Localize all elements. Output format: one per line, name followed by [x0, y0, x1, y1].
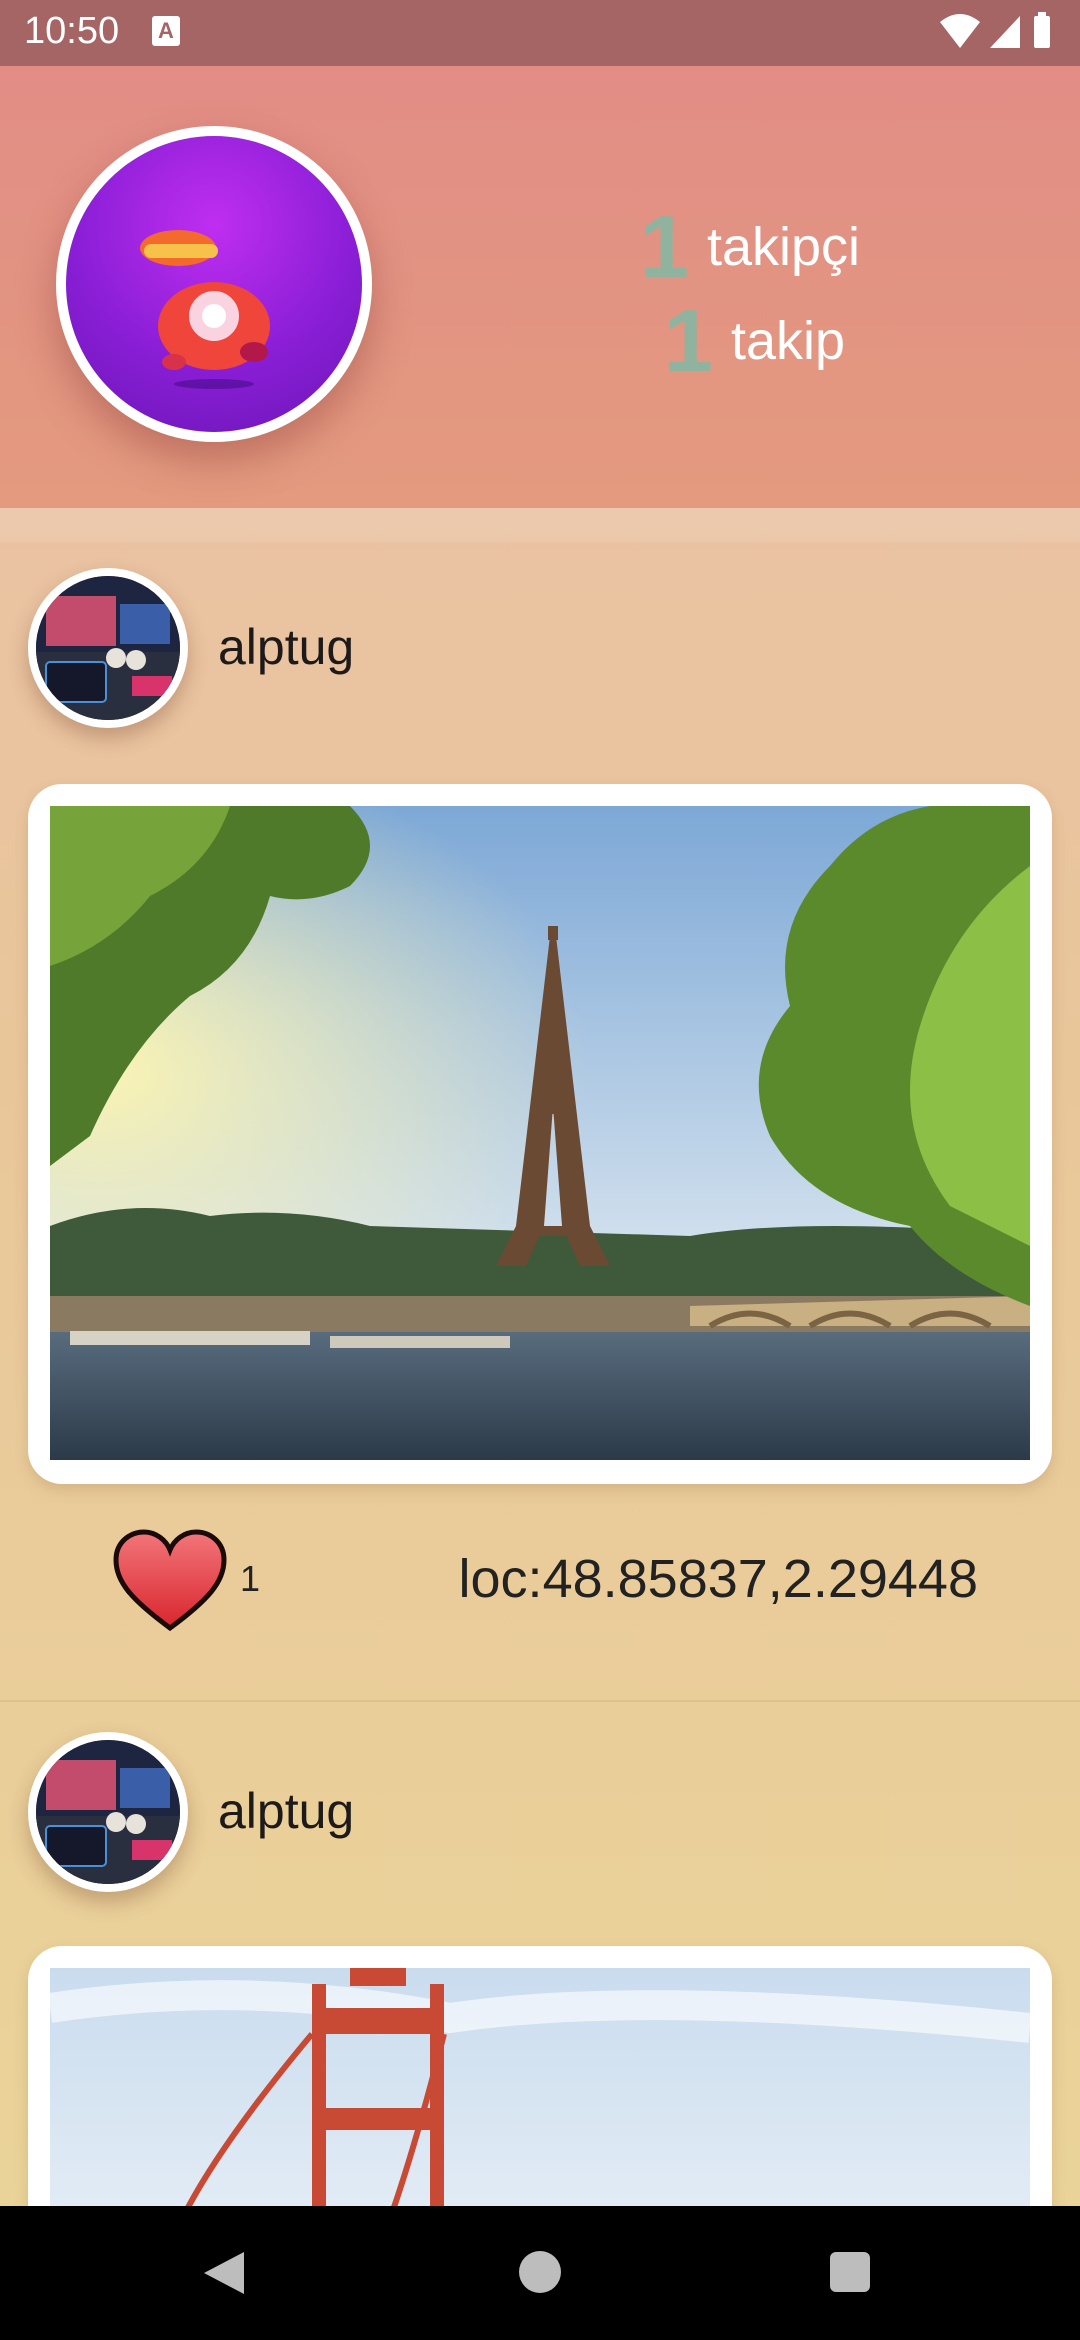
status-bar: 10:50 A [0, 0, 1080, 66]
back-button[interactable] [200, 2250, 248, 2301]
post-author[interactable]: alptug [28, 1732, 928, 1892]
like-button[interactable] [112, 1528, 228, 1638]
post-photo-card[interactable] [28, 784, 1052, 1484]
post-actions: 1 loc:48.85837,2.29448 [0, 1528, 1080, 1638]
author-name[interactable]: alptug [218, 618, 354, 676]
followers-label: takipçi [706, 217, 861, 277]
post-photo[interactable] [50, 1968, 1030, 2246]
profile-avatar[interactable] [56, 126, 372, 442]
location-text: loc:48.85837,2.29448 [458, 1549, 978, 1609]
post-item: alptug [0, 568, 1080, 1698]
following-stat[interactable]: 1 takip [640, 294, 860, 388]
stats: 1 takipçi 1 takip [640, 200, 860, 388]
signal-icon [990, 16, 1020, 48]
heart-icon [113, 1529, 227, 1632]
notification-icon: A [152, 16, 180, 46]
author-avatar[interactable] [28, 1732, 188, 1892]
recents-button[interactable] [830, 2252, 870, 2292]
author-avatar[interactable] [28, 568, 188, 728]
battery-icon [1034, 12, 1050, 48]
post-photo-card[interactable] [28, 1946, 1052, 2246]
status-icons [938, 10, 1058, 61]
post-item: alptug [0, 1732, 1080, 2246]
profile-header: 1 takipçi 1 takip [0, 66, 1080, 508]
back-icon [204, 2252, 244, 2294]
post-author[interactable]: alptug [28, 568, 928, 728]
wifi-icon [940, 14, 980, 48]
status-time: 10:50 [24, 10, 120, 52]
following-label: takip [730, 311, 846, 371]
followers-count: 1 [640, 197, 689, 296]
post-photo[interactable] [50, 806, 1030, 1460]
navigation-bar [0, 2206, 1080, 2340]
golden-gate-bridge-photo [50, 1968, 1030, 2246]
followers-stat[interactable]: 1 takipçi [640, 200, 860, 294]
following-count: 1 [664, 291, 713, 390]
home-button[interactable] [519, 2251, 561, 2293]
mascot-icon [140, 230, 270, 389]
author-name[interactable]: alptug [218, 1782, 354, 1840]
eiffel-tower-photo [50, 806, 1030, 1460]
like-count: 1 [240, 1558, 261, 1599]
header-divider [0, 508, 1080, 542]
post-separator [0, 1700, 1080, 1702]
